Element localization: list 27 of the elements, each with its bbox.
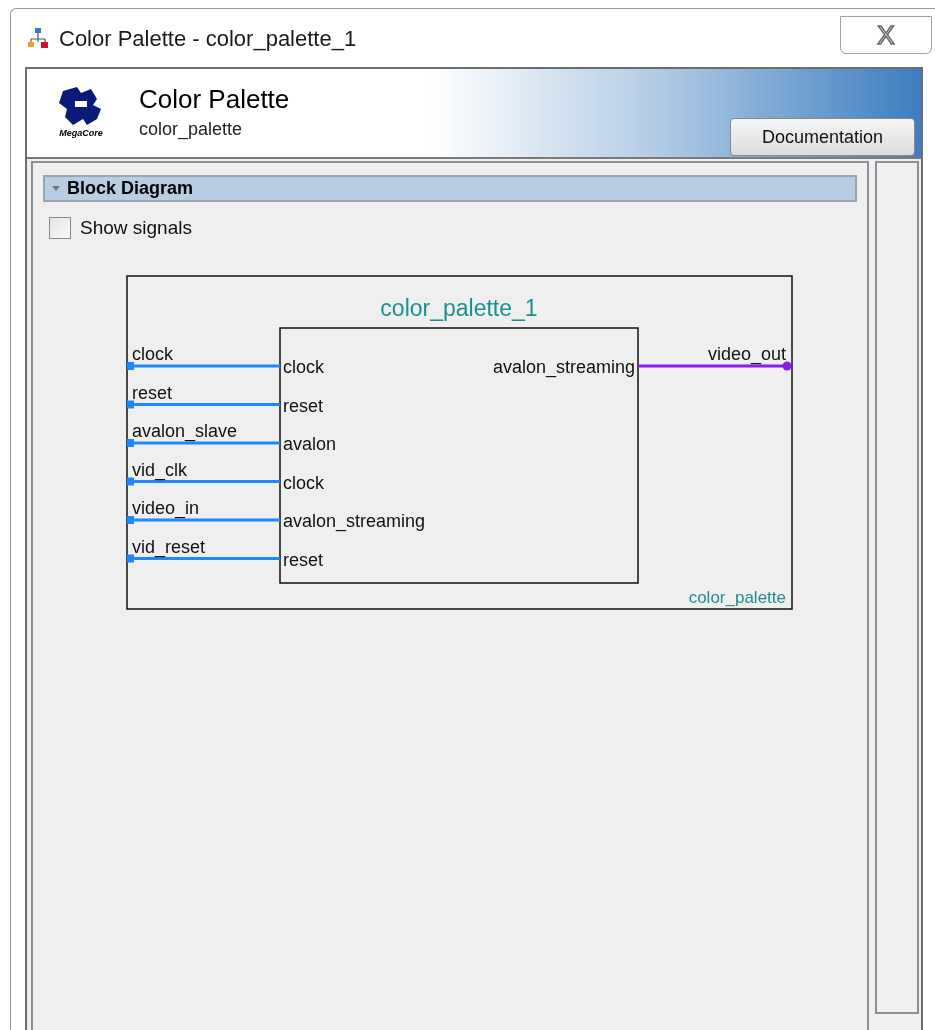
signal-label: clock (132, 343, 173, 364)
section-title: Block Diagram (67, 177, 194, 200)
signal-label: vid_clk (132, 459, 188, 479)
port-label: clock (283, 356, 324, 377)
logo-text: MegaCore (59, 127, 103, 141)
port-label: reset (283, 549, 324, 569)
signal-label: video_out (707, 343, 786, 364)
documentation-button[interactable]: Documentation (730, 118, 915, 156)
instance-name: color_palette_1 (380, 294, 538, 321)
show-signals-label: Show signals (80, 216, 192, 240)
signal-label: vid_reset (132, 536, 206, 556)
port-label: avalon (283, 433, 337, 454)
signal-label: reset (132, 382, 173, 402)
port-label: avalon_streaming (283, 510, 426, 531)
component-title: Color Palette (139, 83, 290, 116)
signal-label: video_in (132, 497, 200, 518)
module-name: color_palette (688, 587, 786, 607)
caret-icon (51, 184, 61, 193)
port-label: reset (283, 395, 324, 415)
section-header[interactable]: Block Diagram (43, 175, 857, 202)
port-label: avalon_streaming (492, 356, 635, 377)
component-subtitle: color_palette (139, 117, 244, 142)
signal-label: avalon_slave (132, 420, 238, 441)
port-label: clock (283, 472, 324, 492)
show-signals-checkbox[interactable] (49, 217, 71, 240)
window-title: Color Palette - color_palette_1 (59, 24, 357, 53)
app-icon (27, 27, 49, 49)
